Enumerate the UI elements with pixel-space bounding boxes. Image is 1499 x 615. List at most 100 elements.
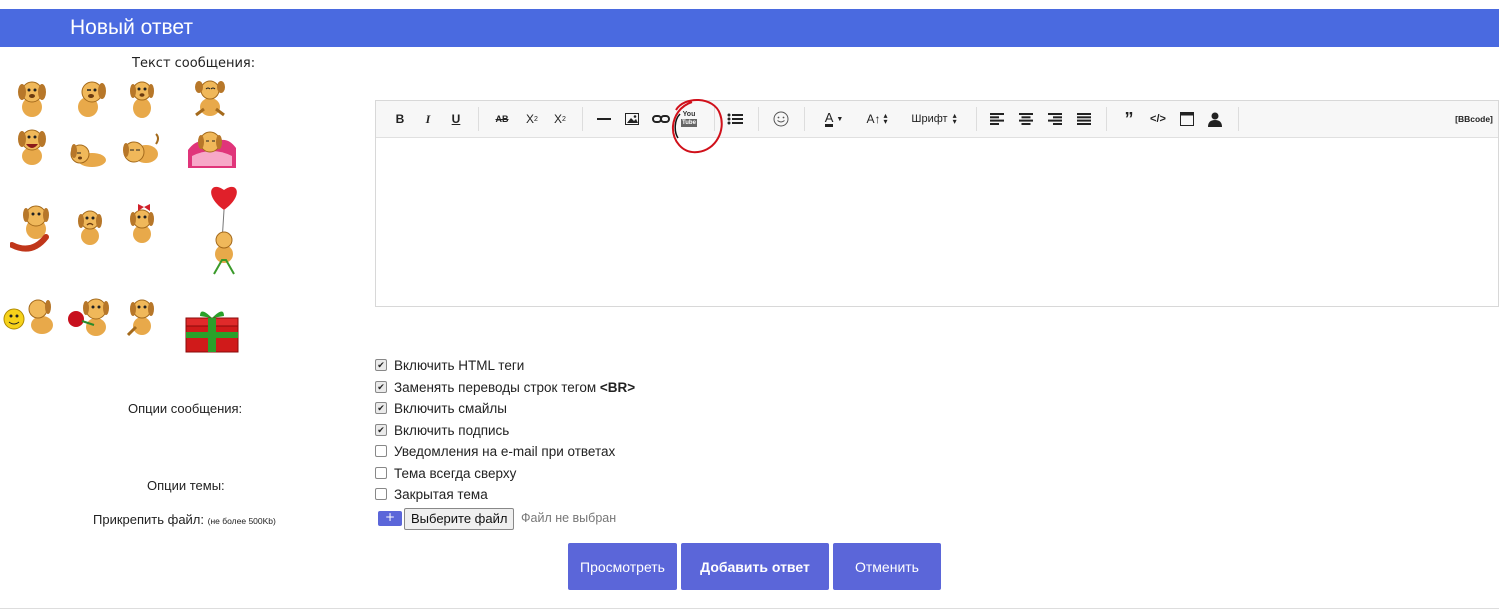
window-icon	[1180, 112, 1194, 126]
attach-file-label: Прикрепить файл: (не более 500Kb)	[93, 512, 276, 527]
smiley-gift-box[interactable]	[184, 308, 240, 354]
font-color-icon: A	[824, 109, 834, 127]
emoji-button[interactable]	[772, 107, 790, 131]
align-justify-button[interactable]	[1075, 107, 1093, 131]
option-label: Заменять переводы строк тегом	[394, 379, 600, 395]
message-label: Текст сообщения:	[132, 56, 256, 71]
link-icon	[652, 115, 670, 123]
font-family-select[interactable]: Шрифт ▴ ▾	[904, 107, 964, 131]
page-header: Новый ответ	[0, 9, 1499, 47]
smiley-dog-balloon[interactable]	[200, 180, 248, 276]
editor-toolbar: B I U AB X2 X2 You Tube A ▼ A↑ ▴ ▾ Шрифт…	[376, 101, 1498, 138]
option-enable-smileys[interactable]: ✔ Включить смайлы	[375, 398, 507, 418]
code-button[interactable]: </>	[1147, 107, 1169, 131]
list-icon	[727, 113, 743, 125]
bottom-border	[0, 608, 1499, 609]
italic-button[interactable]: I	[420, 107, 436, 131]
page-title: Новый ответ	[70, 16, 194, 39]
option-sticky-topic[interactable]: Тема всегда сверху	[375, 463, 516, 483]
subscript-button[interactable]: X2	[550, 107, 570, 131]
toolbar-separator	[976, 107, 977, 131]
updown-chevron-icon: ▴ ▾	[952, 111, 957, 126]
horizontal-rule-button[interactable]	[596, 107, 612, 131]
smiley-dog-happy[interactable]	[12, 77, 56, 121]
smiley-dog-sleepy[interactable]	[120, 128, 164, 172]
smiley-dog-with-smiley[interactable]	[2, 295, 64, 339]
smiley-dog-sitting[interactable]	[122, 77, 166, 121]
smiley-dog-rose[interactable]	[64, 295, 118, 339]
superscript-button[interactable]: X2	[522, 107, 542, 131]
list-button[interactable]	[726, 107, 744, 131]
checkbox-unchecked-icon[interactable]	[375, 488, 387, 500]
image-icon	[625, 113, 639, 125]
toolbar-separator	[1106, 107, 1107, 131]
smiley-dog-sausage[interactable]	[9, 203, 54, 252]
youtube-button[interactable]: You Tube	[678, 107, 700, 131]
insert-image-button[interactable]	[624, 107, 640, 131]
strikethrough-button[interactable]: AB	[492, 107, 512, 131]
file-status: Файл не выбран	[521, 511, 617, 525]
smiley-dog-laugh[interactable]	[12, 125, 56, 169]
option-label: Закрытая тема	[394, 486, 488, 502]
message-options-label: Опции сообщения:	[128, 401, 243, 416]
cancel-button[interactable]: Отменить	[833, 543, 941, 590]
option-label: Включить HTML теги	[394, 357, 525, 373]
option-html-tags[interactable]: ✔ Включить HTML теги	[375, 355, 524, 375]
toolbar-separator	[1238, 107, 1239, 131]
smiley-dog-jump[interactable]	[190, 77, 234, 121]
superscript-letter: X	[526, 112, 535, 126]
align-center-button[interactable]	[1017, 107, 1035, 131]
spoiler-button[interactable]	[1178, 107, 1196, 131]
checkbox-checked-icon[interactable]: ✔	[375, 424, 387, 436]
attach-file-label-text: Прикрепить файл:	[93, 512, 205, 527]
font-family-label: Шрифт	[911, 113, 948, 125]
message-textarea[interactable]	[376, 138, 1498, 306]
quote-button[interactable]: ”	[1120, 107, 1138, 131]
option-br-linebreaks[interactable]: ✔ Заменять переводы строк тегом <BR>	[375, 377, 635, 397]
hide-content-button[interactable]	[1206, 107, 1224, 131]
toolbar-separator	[478, 107, 479, 131]
option-label: Включить смайлы	[394, 400, 507, 416]
smiley-face-icon	[773, 111, 789, 127]
option-email-notifications[interactable]: Уведомления на e-mail при ответах	[375, 441, 615, 461]
align-right-button[interactable]	[1046, 107, 1064, 131]
align-left-button[interactable]	[988, 107, 1006, 131]
bbcode-toggle-button[interactable]: [BBcode]	[1452, 107, 1496, 131]
smiley-dog-sad[interactable]	[70, 205, 114, 249]
subscript-mark: 2	[562, 115, 566, 123]
toolbar-separator	[804, 107, 805, 131]
message-editor: B I U AB X2 X2 You Tube A ▼ A↑ ▴ ▾ Шрифт…	[375, 100, 1499, 307]
bold-button[interactable]: B	[392, 107, 408, 131]
align-center-icon	[1019, 113, 1033, 125]
align-right-icon	[1048, 113, 1062, 125]
add-file-button[interactable]: +	[378, 511, 402, 526]
updown-chevron-icon: ▴ ▾	[883, 111, 888, 126]
smiley-dog-pillow[interactable]	[186, 126, 236, 170]
checkbox-checked-icon[interactable]: ✔	[375, 359, 387, 371]
superscript-mark: 2	[534, 115, 538, 123]
choose-file-button[interactable]: Выберите файл	[404, 508, 515, 530]
smiley-dog-wink[interactable]	[70, 77, 114, 121]
checkbox-unchecked-icon[interactable]	[375, 467, 387, 479]
add-reply-button[interactable]: Добавить ответ	[681, 543, 829, 590]
smiley-dog-paw[interactable]	[122, 295, 166, 339]
toolbar-separator	[758, 107, 759, 131]
smiley-dog-lying[interactable]	[68, 130, 112, 174]
option-enable-signature[interactable]: ✔ Включить подпись	[375, 420, 509, 440]
font-color-button[interactable]: A ▼	[818, 107, 850, 131]
option-label: Включить подпись	[394, 422, 510, 438]
smiley-dog-bow[interactable]	[122, 203, 166, 247]
checkbox-checked-icon[interactable]: ✔	[375, 381, 387, 393]
option-closed-topic[interactable]: Закрытая тема	[375, 484, 488, 504]
preview-button[interactable]: Просмотреть	[568, 543, 677, 590]
option-label: Уведомления на e-mail при ответах	[394, 443, 616, 459]
checkbox-unchecked-icon[interactable]	[375, 445, 387, 457]
checkbox-checked-icon[interactable]: ✔	[375, 402, 387, 414]
insert-link-button[interactable]	[652, 107, 670, 131]
underline-button[interactable]: U	[448, 107, 464, 131]
youtube-icon: You	[682, 111, 696, 118]
font-size-label: A↑	[866, 112, 881, 126]
horizontal-rule-icon	[597, 118, 611, 120]
font-size-button[interactable]: A↑ ▴ ▾	[860, 107, 894, 131]
option-label: Тема всегда сверху	[394, 465, 517, 481]
